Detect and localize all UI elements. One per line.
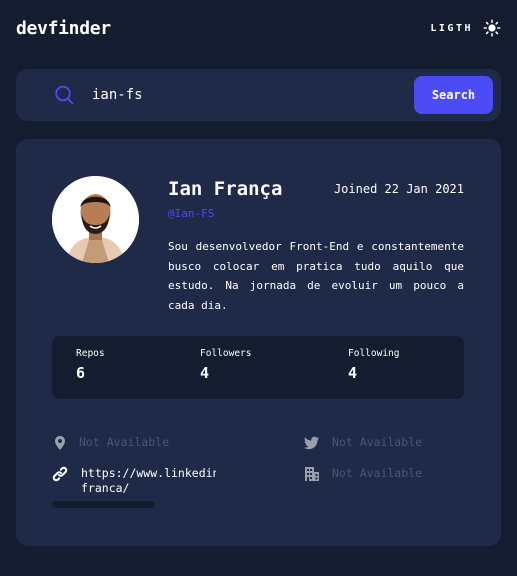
profile-card: Ian França Joined 22 Jan 2021 @Ian-FS So… xyxy=(16,139,501,546)
sun-icon xyxy=(483,19,501,37)
stat-followers-value: 4 xyxy=(200,364,210,382)
stat-followers-label: Followers xyxy=(200,348,252,359)
location-pin-icon xyxy=(55,436,65,450)
stat-following-value: 4 xyxy=(348,364,358,382)
stat-followers: Followers 4 xyxy=(200,348,251,382)
website-item[interactable]: https://www.linkedin franca/ xyxy=(52,466,216,496)
app-header: devfinder LIGTH xyxy=(16,14,501,42)
stat-repos-value: 6 xyxy=(76,364,86,382)
twitter-item: Not Available xyxy=(304,435,422,451)
profile-bio: Sou desenvolvedor Front-End e constantem… xyxy=(168,240,464,312)
location-item: Not Available xyxy=(52,435,169,451)
stat-following-label: Following xyxy=(348,348,400,359)
joined-date: Joined 22 Jan 2021 xyxy=(333,182,464,196)
twitter-icon xyxy=(304,436,319,450)
avatar-image xyxy=(52,176,139,263)
link-icon xyxy=(52,466,68,482)
website-link[interactable]: https://www.linkedin franca/ xyxy=(81,466,216,496)
website-link-line-2: franca/ xyxy=(81,481,130,495)
theme-toggle-label: LIGTH xyxy=(430,22,473,34)
twitter-text: Not Available xyxy=(332,435,423,449)
stats-panel: Repos 6 Followers 4 Following 4 xyxy=(52,336,464,399)
search-input[interactable] xyxy=(92,83,412,107)
stat-following: Following 4 xyxy=(348,348,399,382)
stat-repos-label: Repos xyxy=(76,348,105,359)
profile-name: Ian França xyxy=(168,178,283,200)
stat-repos: Repos 6 xyxy=(76,348,105,382)
website-link-line-1: https://www.linkedin xyxy=(81,466,216,480)
search-icon xyxy=(55,85,74,105)
company-item: Not Available xyxy=(304,466,422,482)
search-bar: Search xyxy=(16,69,501,121)
office-building-icon xyxy=(305,467,319,481)
search-button[interactable]: Search xyxy=(414,76,493,114)
location-text: Not Available xyxy=(79,435,170,449)
app-logo: devfinder xyxy=(16,17,111,39)
profile-username-link[interactable]: @Ian-FS xyxy=(168,207,214,220)
theme-toggle-button[interactable]: LIGTH xyxy=(430,19,501,37)
website-scrollbar[interactable] xyxy=(52,501,155,508)
company-text: Not Available xyxy=(332,466,423,480)
avatar xyxy=(52,176,139,263)
